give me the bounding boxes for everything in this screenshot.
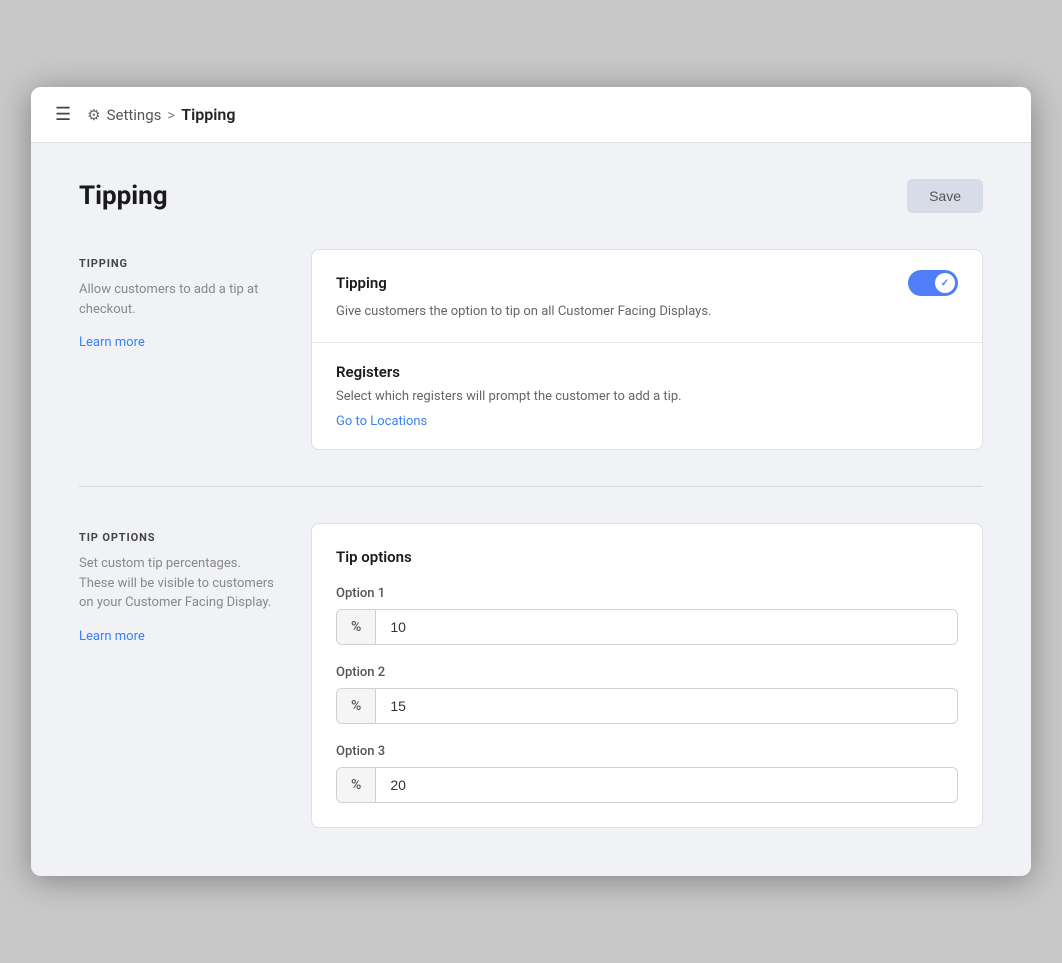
tipping-card: Tipping ✓ Give customers the option to t…: [311, 249, 983, 450]
tip-option-1-prefix: %: [337, 610, 376, 644]
app-window: ☰ ⚙ Settings > Tipping Tipping Save TIPP…: [31, 87, 1031, 876]
tipping-label-title: TIPPING: [79, 257, 279, 270]
registers-title: Registers: [336, 363, 958, 381]
tip-option-3-prefix: %: [337, 768, 376, 802]
tip-option-3-label: Option 3: [336, 744, 958, 759]
tip-option-2-label: Option 2: [336, 665, 958, 680]
tipping-toggle-row: Tipping ✓ Give customers the option to t…: [312, 250, 982, 343]
save-button[interactable]: Save: [907, 179, 983, 213]
tipping-section: TIPPING Allow customers to add a tip at …: [79, 249, 983, 450]
tip-option-2-prefix: %: [337, 689, 376, 723]
tip-option-3-group: Option 3 %: [336, 744, 958, 803]
page-header: Tipping Save: [79, 179, 983, 213]
toggle-check-icon: ✓: [941, 278, 949, 289]
breadcrumb-separator: >: [167, 106, 175, 124]
tipping-toggle-title: Tipping: [336, 274, 387, 292]
tip-option-1-group: Option 1 %: [336, 586, 958, 645]
main-content: Tipping Save TIPPING Allow customers to …: [31, 143, 1031, 876]
tipping-section-label: TIPPING Allow customers to add a tip at …: [79, 249, 279, 450]
tip-option-1-label: Option 1: [336, 586, 958, 601]
breadcrumb-current: Tipping: [181, 105, 235, 124]
settings-link[interactable]: Settings: [107, 106, 162, 124]
tip-options-card-inner: Tip options Option 1 % Option 2 %: [312, 524, 982, 827]
tipping-label-desc: Allow customers to add a tip at checkout…: [79, 280, 279, 319]
page-title: Tipping: [79, 181, 168, 211]
tipping-toggle-header: Tipping ✓: [336, 270, 958, 296]
tip-options-section: TIP OPTIONS Set custom tip percentages. …: [79, 523, 983, 828]
tip-options-learn-more-link[interactable]: Learn more: [79, 629, 145, 644]
tip-options-title: Tip options: [336, 548, 958, 566]
tip-option-3-input-wrapper: %: [336, 767, 958, 803]
topbar: ☰ ⚙ Settings > Tipping: [31, 87, 1031, 143]
tip-option-1-input[interactable]: [376, 610, 957, 644]
section-divider: [79, 486, 983, 487]
tip-option-2-group: Option 2 %: [336, 665, 958, 724]
tip-options-card: Tip options Option 1 % Option 2 %: [311, 523, 983, 828]
settings-gear-icon: ⚙: [87, 106, 100, 124]
tipping-learn-more-link[interactable]: Learn more: [79, 335, 145, 350]
tip-option-2-input-wrapper: %: [336, 688, 958, 724]
toggle-slider: ✓: [908, 270, 958, 296]
go-to-locations-link[interactable]: Go to Locations: [336, 414, 427, 429]
tip-options-label-title: TIP OPTIONS: [79, 531, 279, 544]
breadcrumb: ⚙ Settings > Tipping: [87, 105, 235, 124]
tip-options-label-desc: Set custom tip percentages. These will b…: [79, 554, 279, 613]
tipping-toggle-desc: Give customers the option to tip on all …: [336, 302, 958, 322]
registers-row: Registers Select which registers will pr…: [312, 343, 982, 450]
tip-option-2-input[interactable]: [376, 689, 957, 723]
tip-options-label: TIP OPTIONS Set custom tip percentages. …: [79, 523, 279, 828]
tip-option-3-input[interactable]: [376, 768, 957, 802]
tip-option-1-input-wrapper: %: [336, 609, 958, 645]
registers-desc: Select which registers will prompt the c…: [336, 387, 958, 407]
menu-icon[interactable]: ☰: [51, 100, 75, 129]
toggle-knob: ✓: [935, 273, 955, 293]
tipping-toggle[interactable]: ✓: [908, 270, 958, 296]
